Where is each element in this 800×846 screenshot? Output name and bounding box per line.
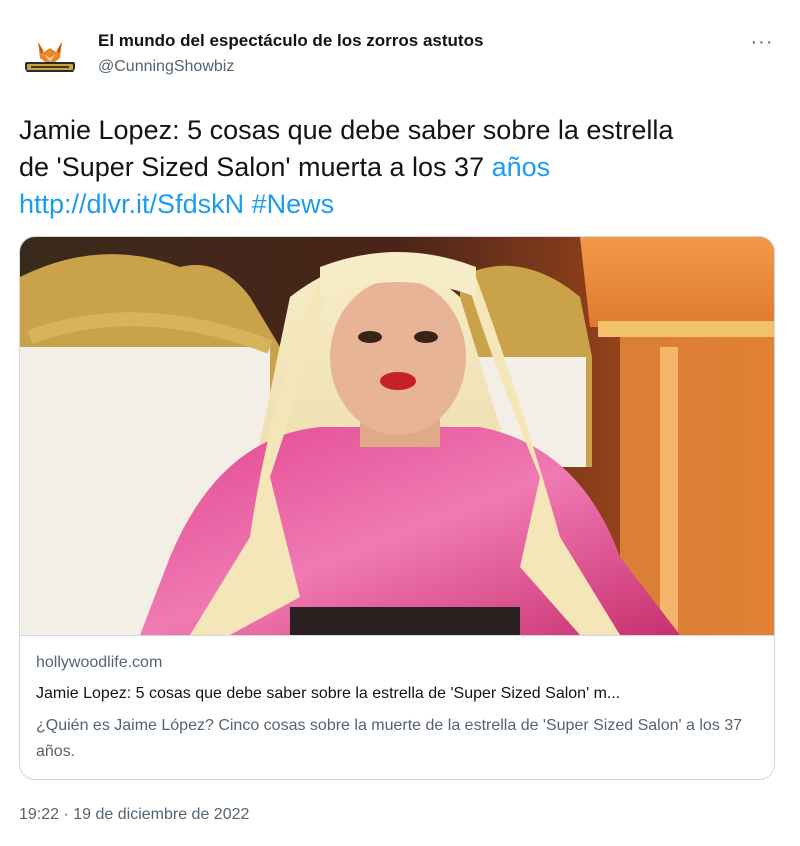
author-handle[interactable]: @CunningShowbiz xyxy=(98,58,234,76)
tweet-text: Jamie Lopez: 5 cosas que debe saber sobr… xyxy=(19,112,779,223)
card-photo xyxy=(20,237,774,635)
author-name[interactable]: El mundo del espectáculo de los zorros a… xyxy=(98,31,483,51)
card-domain: hollywoodlife.com xyxy=(36,654,163,671)
tweet: El mundo del espectáculo de los zorros a… xyxy=(0,0,800,846)
avatar[interactable] xyxy=(22,28,78,84)
more-options-button[interactable]: ··· xyxy=(745,28,779,56)
tweet-url-link[interactable]: http://dlvr.it/SfdskN xyxy=(19,189,244,219)
link-preview-card[interactable]: hollywoodlife.com Jamie Lopez: 5 cosas q… xyxy=(19,236,775,780)
hashtag-link[interactable]: #News xyxy=(252,189,335,219)
card-image[interactable] xyxy=(20,237,774,636)
tweet-text-line2: de 'Super Sized Salon' muerta a los 37 xyxy=(19,152,492,182)
card-title: Jamie Lopez: 5 cosas que debe saber sobr… xyxy=(36,685,621,702)
tweet-timestamp[interactable]: 19:22 · 19 de diciembre de 2022 xyxy=(19,806,249,824)
tweet-inline-link-word[interactable]: años xyxy=(492,152,551,182)
more-horizontal-icon: ··· xyxy=(750,30,774,53)
fox-logo-icon xyxy=(22,28,78,84)
card-description: ¿Quién es Jaime López? Cinco cosas sobre… xyxy=(36,717,743,760)
tweet-text-line1: Jamie Lopez: 5 cosas que debe saber sobr… xyxy=(19,115,674,145)
